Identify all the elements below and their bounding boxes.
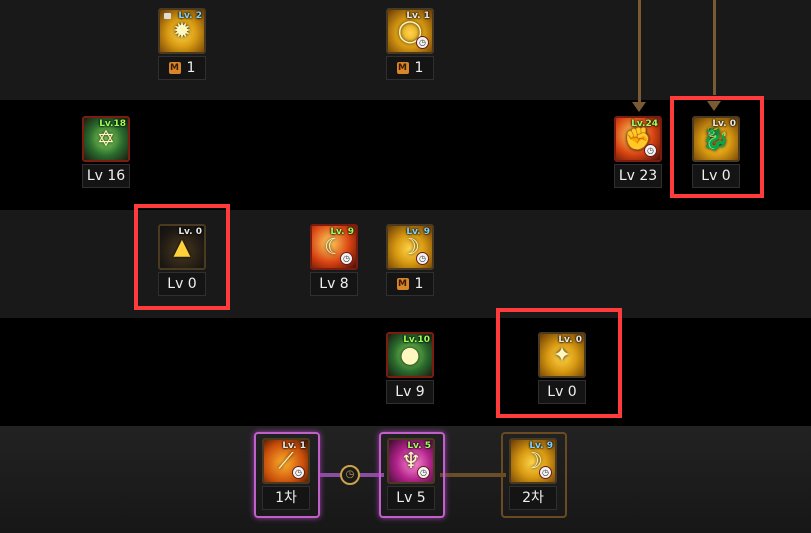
skill-level-value: 1 (414, 276, 424, 292)
prereq-line-2 (713, 0, 716, 95)
awakening-1st[interactable]: ⟋ Lv. 1 ◷ 1차 (260, 436, 314, 518)
cooldown-clock-icon: ◷ (416, 252, 429, 265)
skill-level-label: M 1 (158, 56, 206, 80)
skill-level-label: Lv 16 (82, 164, 130, 188)
highlight-box-r2 (670, 96, 764, 198)
skill-level-label: Lv 23 (614, 164, 662, 188)
gold-ring-icon: ◯ Lv. 1 ◷ (386, 8, 434, 54)
gold-burst-icon: ✹ Lv. 2 (158, 8, 206, 54)
hexagram-icon: ✡ Lv.18 (82, 116, 130, 162)
skill-level-tag: Lv. 1 (282, 441, 306, 451)
cooldown-clock-icon: ◷ (340, 252, 353, 265)
cooldown-clock-icon: ◷ (416, 36, 429, 49)
skill-r3-c[interactable]: ☽ Lv. 9 ◷ M 1 (384, 222, 438, 304)
awakening-2nd[interactable]: ☽ Lv. 9 ◷ 2차 (507, 436, 561, 518)
master-badge-icon: M (396, 278, 409, 290)
skill-glyph: ✡ (96, 127, 116, 152)
skill-level-tag: Lv. 2 (178, 11, 202, 21)
skill-level-label: M 1 (386, 56, 434, 80)
skill-r1-b[interactable]: ◯ Lv. 1 ◷ M 1 (384, 6, 438, 88)
highlight-box-r3 (134, 204, 230, 310)
skill-level-tag: Lv.18 (99, 119, 126, 129)
awakening-core[interactable]: ♆ Lv. 5 ◷ Lv 5 (385, 436, 439, 518)
highlight-box-r4 (496, 308, 622, 418)
skill-level-label: M 1 (386, 272, 434, 296)
master-badge-icon: M (396, 62, 409, 74)
skill-level-tag: Lv. 1 (406, 11, 430, 21)
orange-slash-icon: ⟋ Lv. 1 ◷ (262, 438, 310, 484)
skill-level-tag: Lv. 9 (330, 227, 354, 237)
skill-level-value: 1 (414, 60, 424, 76)
awakening-clock-icon: ◷ (340, 465, 360, 485)
skill-glyph: ✹ (172, 19, 192, 44)
master-badge-icon: M (168, 62, 181, 74)
skill-level-tag: Lv.10 (403, 335, 430, 345)
skill-level-label: 2차 (509, 486, 557, 510)
skill-level-tag: Lv. 5 (407, 441, 431, 451)
skill-r4-a[interactable]: ● Lv.10 Lv 9 (384, 330, 438, 412)
skill-level-label: 1차 (262, 486, 310, 510)
magenta-figure-icon: ♆ Lv. 5 ◷ (387, 438, 435, 484)
skill-level-label: Lv 9 (386, 380, 434, 404)
skill-level-tag: Lv.24 (631, 119, 658, 129)
cooldown-clock-icon: ◷ (644, 144, 657, 157)
cooldown-clock-icon: ◷ (292, 466, 305, 479)
prereq-line-1 (638, 0, 641, 103)
skill-level-value: 1 (186, 60, 196, 76)
fire-fist-icon: ✊ Lv.24 ◷ (614, 116, 662, 162)
skill-r2-b[interactable]: ✊ Lv.24 ◷ Lv 23 (612, 114, 666, 196)
skill-level-label: Lv 8 (310, 272, 358, 296)
cooldown-clock-icon: ◷ (539, 466, 552, 479)
gold-crescent-icon: ☽ Lv. 9 ◷ (386, 224, 434, 270)
gold-crescent-icon: ☽ Lv. 9 ◷ (509, 438, 557, 484)
cooldown-clock-icon: ◷ (417, 466, 430, 479)
skill-r2-a[interactable]: ✡ Lv.18 Lv 16 (80, 114, 134, 196)
skill-r3-b[interactable]: ☾ Lv. 9 ◷ Lv 8 (308, 222, 362, 304)
flame-demon-icon: ☾ Lv. 9 ◷ (310, 224, 358, 270)
skill-r1-a[interactable]: ✹ Lv. 2 M 1 (156, 6, 210, 88)
skill-level-tag: Lv. 9 (406, 227, 430, 237)
skill-level-tag: Lv. 9 (529, 441, 553, 451)
awakening-connector-right (440, 473, 506, 477)
green-orb-icon: ● Lv.10 (386, 332, 434, 378)
skill-level-label: Lv 5 (387, 486, 435, 510)
skill-glyph: ● (400, 343, 420, 368)
prereq-arrow-1 (632, 102, 646, 112)
